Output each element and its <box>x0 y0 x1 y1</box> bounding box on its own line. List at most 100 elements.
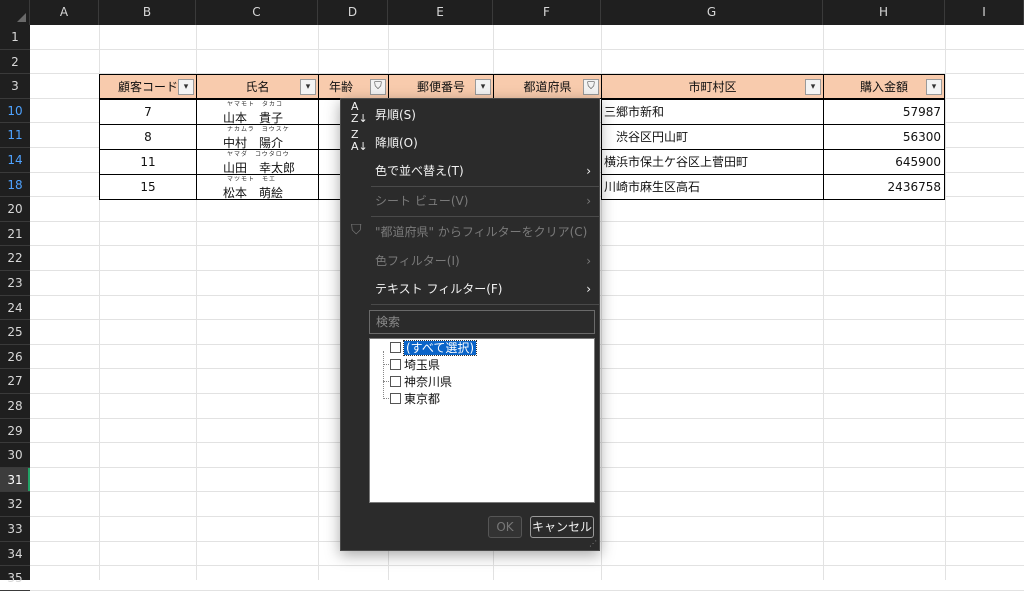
header-name: 氏名 ▾ <box>196 74 319 99</box>
row-header[interactable]: 3 <box>0 74 30 99</box>
row-header[interactable]: 14 <box>0 148 30 173</box>
submenu-arrow-icon: › <box>586 164 591 178</box>
row-header[interactable]: 34 <box>0 542 30 567</box>
header-prefecture: 都道府県 ⛉ <box>493 74 602 99</box>
checkbox-icon[interactable] <box>390 342 401 353</box>
header-age: 年齢 ⛉ <box>318 74 389 99</box>
filter-value-kanagawa[interactable]: 神奈川県 <box>390 374 452 391</box>
cell-customer-code[interactable]: 15 <box>99 174 197 200</box>
checkbox-icon[interactable] <box>390 359 401 370</box>
row-header[interactable]: 22 <box>0 246 30 271</box>
filter-button-amount[interactable]: ▾ <box>926 79 942 95</box>
row-header[interactable]: 25 <box>0 320 30 345</box>
cancel-button[interactable]: キャンセル <box>530 516 594 538</box>
row-header[interactable]: 31 <box>0 467 30 493</box>
row-header[interactable]: 2 <box>0 50 30 75</box>
name-text: 山田 幸太郎 <box>223 161 296 175</box>
column-header-e[interactable]: E <box>388 0 493 25</box>
checkbox-icon[interactable] <box>390 376 401 387</box>
column-header-d[interactable]: D <box>318 0 388 25</box>
name-furigana: ヤマダ コウタロウ <box>227 151 290 158</box>
cell-amount[interactable]: 57987 <box>823 99 945 125</box>
filter-button-age-active[interactable]: ⛉ <box>370 79 386 95</box>
row-header[interactable]: 11 <box>0 123 30 148</box>
column-header-g[interactable]: G <box>601 0 823 25</box>
sort-za-icon: Z A↓ <box>351 128 368 153</box>
cell-amount[interactable]: 2436758 <box>823 174 945 200</box>
name-furigana: ヤマモト タカコ <box>227 101 284 108</box>
cell-city[interactable]: 横浜市保土ケ谷区上菅田町 <box>601 149 824 175</box>
filter-button-city[interactable]: ▾ <box>805 79 821 95</box>
column-header-bar: A B C D E F G H I <box>0 0 1024 25</box>
row-header[interactable]: 33 <box>0 517 30 542</box>
row-header[interactable]: 1 <box>0 25 30 50</box>
cell-name[interactable]: ヤマモト タカコ山本 貴子 <box>196 99 319 125</box>
row-header[interactable]: 26 <box>0 345 30 370</box>
select-all-corner[interactable] <box>0 0 30 25</box>
cell-amount[interactable]: 645900 <box>823 149 945 175</box>
row-header[interactable]: 23 <box>0 271 30 296</box>
submenu-arrow-icon: › <box>586 282 591 296</box>
filter-value-tokyo[interactable]: 東京都 <box>390 391 440 408</box>
column-header-c[interactable]: C <box>196 0 318 25</box>
cell-customer-code[interactable]: 11 <box>99 149 197 175</box>
cell-amount[interactable]: 56300 <box>823 124 945 150</box>
filter-button-customer-code[interactable]: ▾ <box>178 79 194 95</box>
filter-button-prefecture-active[interactable]: ⛉ <box>583 79 599 95</box>
cell-city[interactable]: 渋谷区円山町 <box>601 124 824 150</box>
cell-name[interactable]: ヤマダ コウタロウ山田 幸太郎 <box>196 149 319 175</box>
cell-name[interactable]: マツモト モエ松本 萌絵 <box>196 174 319 200</box>
header-postal-code: 郵便番号 ▾ <box>388 74 494 99</box>
row-header[interactable]: 24 <box>0 296 30 321</box>
row-header[interactable]: 18 <box>0 173 30 198</box>
resize-grip-icon[interactable]: ⋰ <box>589 539 597 548</box>
row-header-bar: 1 2 3 10 11 14 18 20 21 22 23 24 25 26 27 28 29 30 31 32 33 3… <box>0 25 30 591</box>
submenu-arrow-icon: › <box>586 254 591 268</box>
filter-values-list[interactable]: (すべて選択) 埼玉県 神奈川県 東京都 <box>369 338 595 503</box>
menu-separator <box>371 304 599 305</box>
row-header[interactable]: 28 <box>0 394 30 419</box>
row-header[interactable]: 21 <box>0 222 30 247</box>
column-header-b[interactable]: B <box>99 0 196 25</box>
filter-value-select-all[interactable]: (すべて選択) <box>390 340 478 357</box>
name-text: 中村 陽介 <box>223 136 284 150</box>
sort-az-icon: A Z↓ <box>351 100 368 125</box>
row-header[interactable]: 27 <box>0 369 30 394</box>
sort-ascending-item[interactable]: A Z↓ 昇順(S) <box>341 101 599 129</box>
clear-filter-item: ⛉ "都道府県" からフィルターをクリア(C) <box>351 222 588 239</box>
text-filter-item[interactable]: テキスト フィルター(F) › <box>341 275 599 303</box>
filter-search-input[interactable]: 検索 <box>369 310 595 334</box>
submenu-arrow-icon: › <box>586 194 591 208</box>
menu-separator <box>371 216 599 217</box>
sort-by-color-item[interactable]: 色で並べ替え(T) › <box>341 157 599 185</box>
cell-city[interactable]: 三郷市新和 <box>601 99 824 125</box>
cell-customer-code[interactable]: 7 <box>99 99 197 125</box>
name-furigana: ナカムラ ヨウスケ <box>227 126 290 133</box>
clear-filter-icon: ⛉ <box>351 222 362 238</box>
color-filter-item: 色フィルター(I) › <box>341 247 599 275</box>
filter-button-postal-code[interactable]: ▾ <box>475 79 491 95</box>
row-header[interactable]: 35 <box>0 566 30 591</box>
cell-customer-code[interactable]: 8 <box>99 124 197 150</box>
column-header-i[interactable]: I <box>945 0 1024 25</box>
checkbox-icon[interactable] <box>390 393 401 404</box>
filter-button-name[interactable]: ▾ <box>300 79 316 95</box>
filter-value-saitama[interactable]: 埼玉県 <box>390 357 440 374</box>
cell-name[interactable]: ナカムラ ヨウスケ中村 陽介 <box>196 124 319 150</box>
column-header-f[interactable]: F <box>493 0 601 25</box>
name-text: 松本 萌絵 <box>223 186 284 200</box>
row-header[interactable]: 10 <box>0 99 30 124</box>
sheet-view-item: シート ビュー(V) › <box>341 187 599 215</box>
column-header-h[interactable]: H <box>823 0 945 25</box>
row-header[interactable]: 20 <box>0 197 30 222</box>
name-text: 山本 貴子 <box>223 111 284 125</box>
row-header[interactable]: 32 <box>0 492 30 517</box>
name-furigana: マツモト モエ <box>227 176 277 183</box>
cell-city[interactable]: 川崎市麻生区高石 <box>601 174 824 200</box>
row-header[interactable]: 30 <box>0 443 30 468</box>
ok-button: OK <box>488 516 522 538</box>
row-header[interactable]: 29 <box>0 419 30 444</box>
header-amount: 購入金額 ▾ <box>823 74 945 99</box>
sort-descending-item[interactable]: Z A↓ 降順(O) <box>341 129 599 157</box>
column-header-a[interactable]: A <box>30 0 99 25</box>
